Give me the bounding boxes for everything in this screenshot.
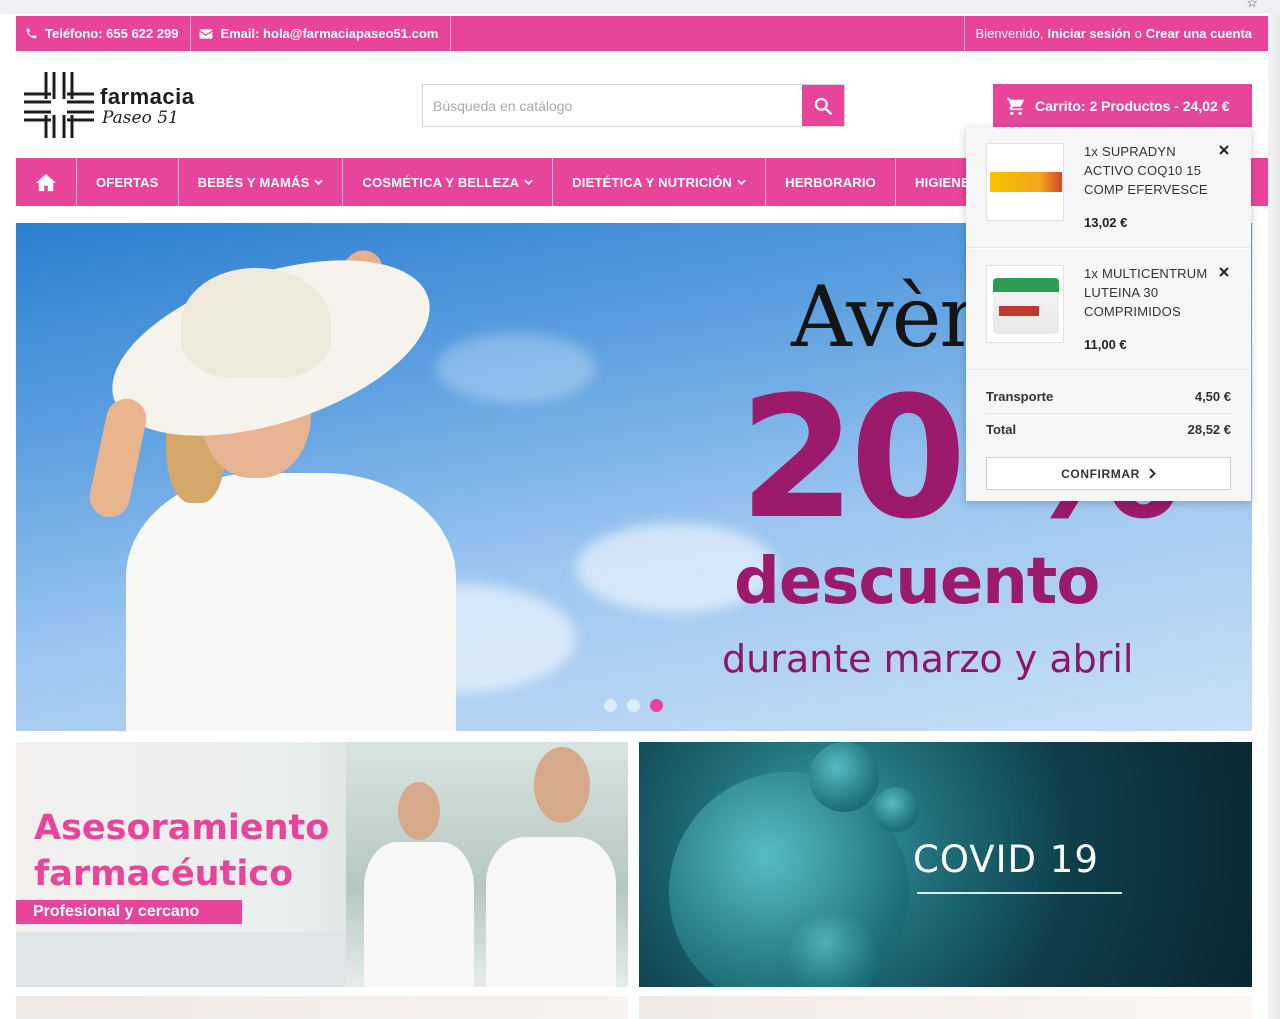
cart-icon [1006, 97, 1026, 115]
cart-item: 1x SUPRADYN ACTIVO COQ10 15 COMP EFERVES… [966, 127, 1251, 248]
shipping-label: Transporte [986, 389, 1054, 404]
product-thumbnail[interactable] [986, 143, 1064, 221]
cloud-shape [436, 333, 596, 403]
logo-cross-icon [24, 72, 94, 138]
nav-dietetica-nutricion-label: DIETÉTICA Y NUTRICIÓN [572, 174, 733, 190]
close-icon [1219, 145, 1229, 155]
chevron-down-icon [524, 179, 533, 185]
hero-brand-text: Avèn [791, 268, 994, 366]
cart-item: 1x MULTICENTRUM LUTEINA 30 COMPRIMIDOS 1… [966, 249, 1251, 370]
cart-item-price: 11,00 € [1084, 337, 1127, 352]
cart-totals: Transporte 4,50 € Total 28,52 € CONFIRMA… [966, 371, 1251, 501]
slider-dot[interactable] [627, 699, 640, 712]
multicentrum-label-shape [999, 306, 1039, 316]
pharmacist-2-coat [486, 837, 616, 987]
confirm-button[interactable]: CONFIRMAR [986, 457, 1231, 490]
chevron-right-icon [1149, 468, 1156, 479]
pharmacist-1-coat [364, 842, 474, 987]
banner-left-line1: Asesoramiento [34, 808, 330, 848]
search-input[interactable] [423, 85, 802, 126]
logo-word-farmacia: farmacia [100, 84, 195, 109]
phone-contact[interactable]: Teléfono: 655 622 299 [16, 16, 192, 51]
shipping-value: 4,50 € [1194, 389, 1231, 404]
nav-cosmetica-belleza-label: COSMÉTICA Y BELLEZA [362, 174, 520, 190]
product-thumbnail[interactable] [986, 265, 1064, 343]
email-text: Email: hola@farmaciapaseo51.com [220, 26, 439, 41]
cart-button[interactable]: Carrito: 2 Productos - 24,02 € [993, 84, 1252, 127]
browser-chrome-strip: ☆ [0, 0, 1280, 14]
nav-cosmetica-belleza[interactable]: COSMÉTICA Y BELLEZA [343, 158, 554, 206]
cart-item-price: 13,02 € [1084, 215, 1128, 230]
cart-label: Carrito: 2 Productos - 24,02 € [1035, 97, 1230, 114]
divider [986, 413, 1231, 414]
total-label: Total [986, 422, 1017, 437]
bookmark-star-icon[interactable]: ☆ [1246, 0, 1258, 11]
chevron-down-icon [314, 179, 324, 185]
pharmacist-2-head [534, 747, 590, 823]
virus-shape [809, 742, 879, 812]
email-contact[interactable]: Email: hola@farmaciapaseo51.com [191, 16, 452, 51]
cart-item-name[interactable]: 1x MULTICENTRUM LUTEINA 30 COMPRIMIDOS [1084, 264, 1214, 321]
phone-text: Teléfono: 655 622 299 [45, 26, 179, 41]
register-link[interactable]: Crear una cuenta [1146, 26, 1252, 41]
nav-home[interactable] [16, 158, 77, 206]
hero-model-dress [126, 473, 456, 731]
virus-shape [874, 787, 919, 832]
banner-asesoramiento[interactable]: Asesoramiento farmacéutico Profesional y… [16, 742, 628, 987]
login-link[interactable]: Iniciar sesión [1047, 26, 1130, 41]
total-row: Total 28,52 € [986, 422, 1231, 437]
banner-covid-underline [917, 892, 1122, 894]
nav-higiene-label: HIGIENE [915, 174, 970, 190]
shipping-row: Transporte 4,50 € [986, 389, 1231, 404]
nav-herborario[interactable]: HERBORARIO [766, 158, 896, 206]
site-logo[interactable]: farmacia Paseo 51 [24, 72, 224, 142]
banner-row3-left[interactable] [16, 996, 628, 1019]
banner-covid[interactable]: COVID 19 [639, 742, 1252, 987]
page-scroll-edge[interactable] [1268, 14, 1280, 1019]
search-icon [814, 97, 832, 115]
top-contact-bar: Teléfono: 655 622 299 Email: hola@farmac… [16, 16, 1268, 51]
supradyn-pack-shape [990, 172, 1062, 192]
slider-dot[interactable] [604, 699, 617, 712]
hero-discount-text: descuento [734, 545, 1100, 619]
close-icon [1219, 267, 1229, 277]
welcome-text: Bienvenido, [975, 26, 1044, 41]
envelope-icon [199, 27, 213, 41]
slider-dot-active[interactable] [650, 699, 663, 712]
remove-item-button[interactable] [1218, 265, 1232, 279]
catalog-search [422, 84, 845, 127]
pharmacist-1-head [398, 782, 440, 840]
logo-word-paseo: Paseo 51 [102, 108, 179, 128]
counter-shape [16, 932, 346, 987]
banner-left-line2: farmacéutico [34, 854, 294, 894]
total-value: 28,52 € [1187, 422, 1231, 437]
search-button[interactable] [802, 85, 844, 126]
home-icon [36, 173, 56, 191]
hero-period-text: durante marzo y abril [722, 637, 1134, 681]
slider-dots [604, 699, 663, 712]
cart-item-name[interactable]: 1x SUPRADYN ACTIVO COQ10 15 COMP EFERVES… [1084, 142, 1214, 199]
nav-bebes-mamas[interactable]: BEBÉS Y MAMÁS [179, 158, 344, 206]
nav-ofertas[interactable]: OFERTAS [77, 158, 179, 206]
banner-covid-title: COVID 19 [913, 838, 1099, 881]
hero-model-hat-crown [181, 268, 331, 378]
phone-icon [24, 27, 38, 41]
banner-left-tag: Profesional y cercano [16, 900, 242, 924]
banner-row3-right[interactable] [639, 996, 1252, 1019]
or-text: o [1134, 26, 1142, 41]
nav-dietetica-nutricion[interactable]: DIETÉTICA Y NUTRICIÓN [553, 158, 767, 206]
nav-ofertas-label: OFERTAS [96, 174, 159, 190]
confirm-label: CONFIRMAR [1061, 466, 1140, 481]
remove-item-button[interactable] [1218, 143, 1232, 157]
nav-bebes-mamas-label: BEBÉS Y MAMÁS [197, 174, 310, 190]
cart-dropdown: 1x SUPRADYN ACTIVO COQ10 15 COMP EFERVES… [966, 127, 1251, 501]
account-links: Bienvenido, Iniciar sesión o Crear una c… [963, 16, 1268, 51]
chevron-down-icon [737, 179, 746, 185]
nav-herborario-label: HERBORARIO [785, 174, 876, 190]
hero-model-hand [85, 395, 151, 521]
